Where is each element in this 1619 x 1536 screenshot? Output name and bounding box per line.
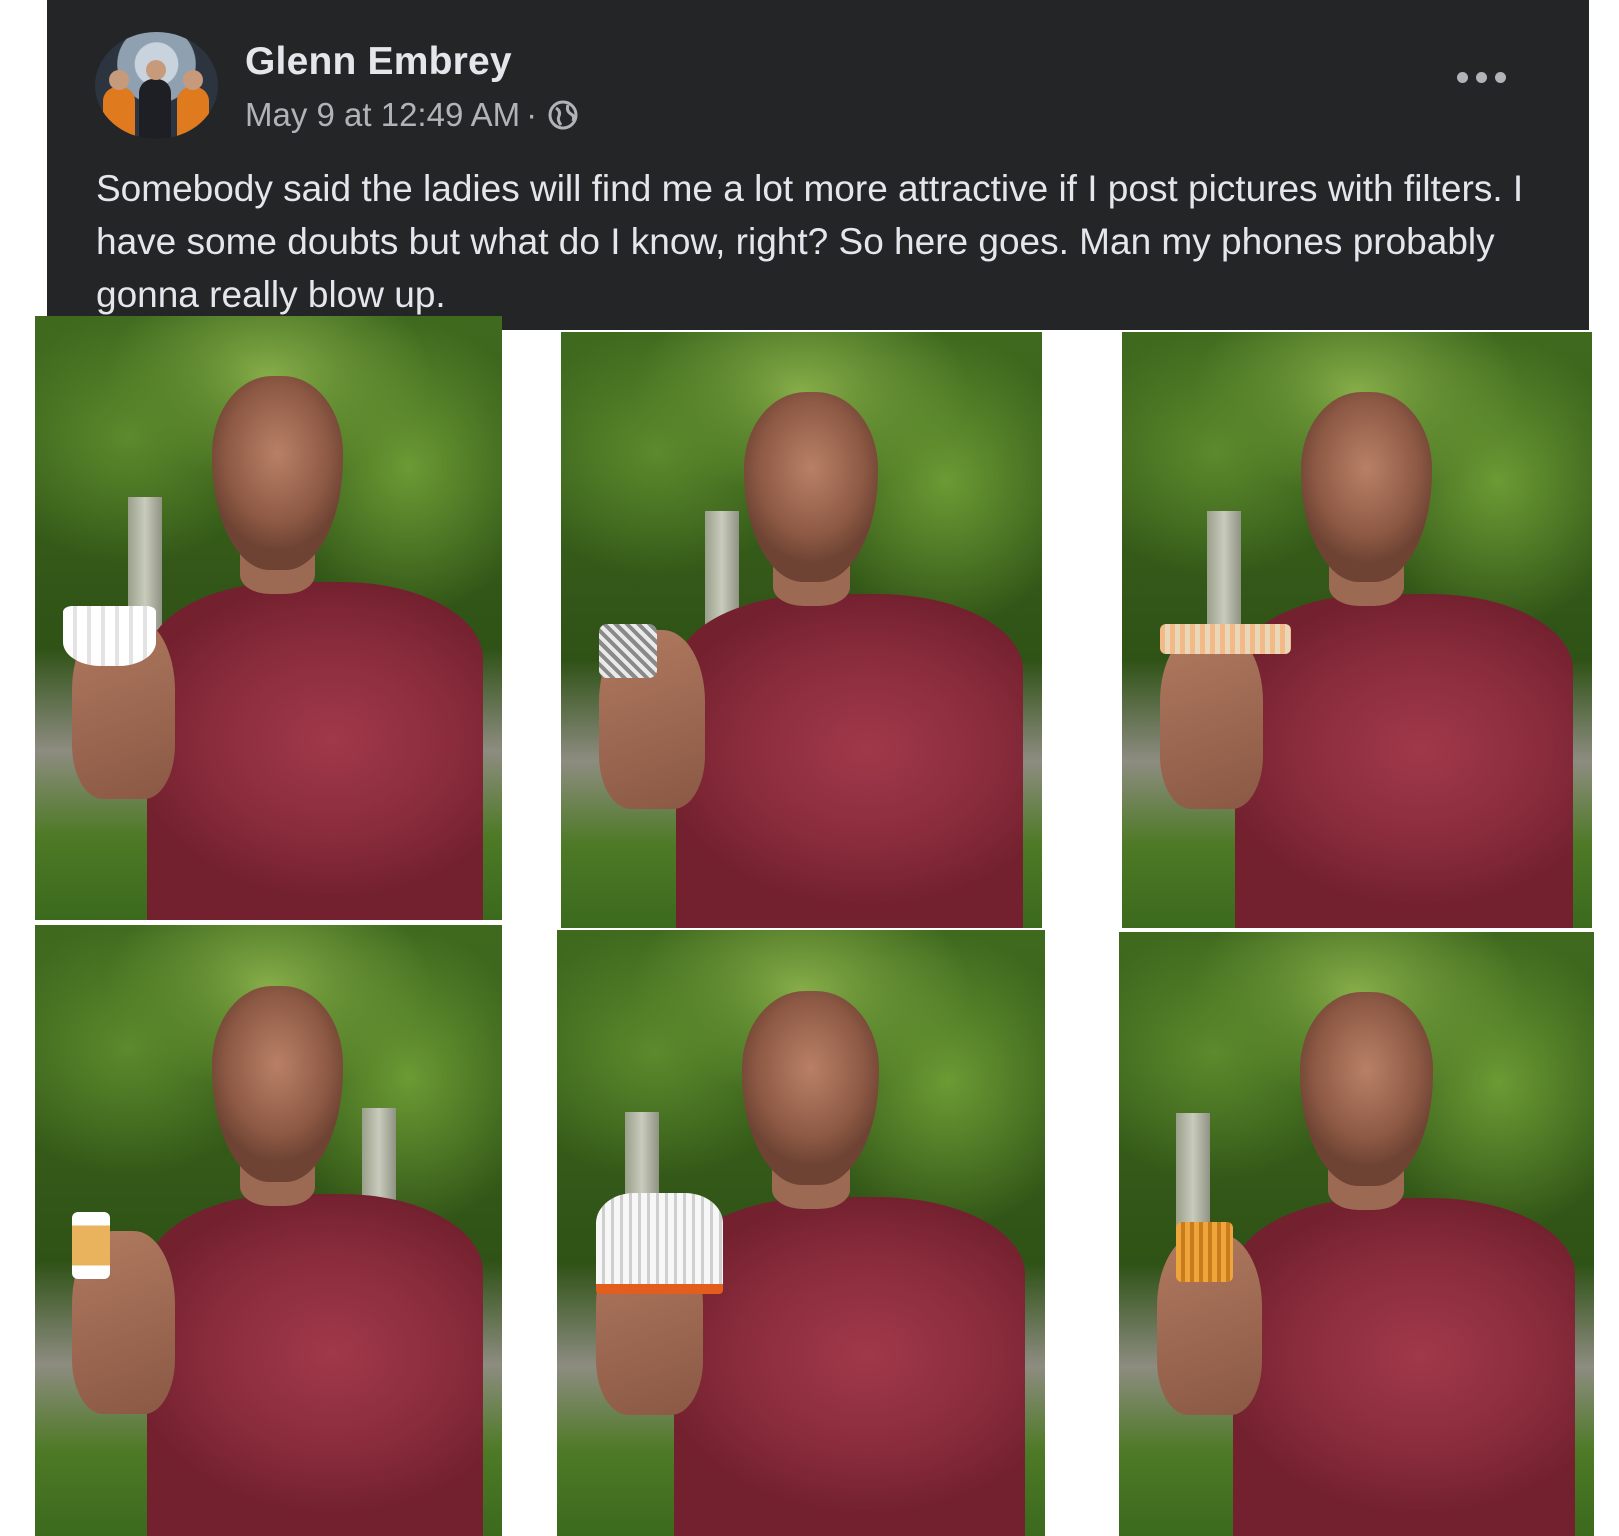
- avatar-face: [146, 60, 166, 80]
- meta-separator: ·: [526, 96, 538, 133]
- red-shirt: [674, 1196, 1026, 1536]
- round-air-filter: [1159, 624, 1292, 654]
- arm: [1159, 630, 1263, 809]
- mesh-cup-filter: [599, 624, 658, 678]
- avatar[interactable]: [95, 32, 218, 139]
- globe-icon[interactable]: [547, 99, 579, 131]
- photo-round-air-filter[interactable]: [1122, 332, 1592, 928]
- avatar-figure: [103, 87, 135, 139]
- panel-filter: [1176, 1221, 1233, 1283]
- dot: [1456, 71, 1468, 83]
- red-shirt: [147, 1193, 484, 1536]
- avatar-face: [183, 70, 203, 90]
- head: [1299, 992, 1433, 1186]
- post-caption: Somebody said the ladies will find me a …: [96, 168, 1524, 315]
- head: [212, 986, 344, 1182]
- avatar-figure: [177, 87, 209, 139]
- head: [1300, 391, 1433, 583]
- author-name[interactable]: Glenn Embrey: [245, 40, 512, 84]
- photo-conical-air-filter[interactable]: [557, 930, 1045, 1536]
- head: [212, 376, 344, 570]
- head: [742, 990, 880, 1185]
- avatar-figure: [139, 79, 171, 139]
- facebook-post-header: Glenn Embrey May 9 at 12:49 AM · Somebod…: [47, 0, 1589, 330]
- dot: [1475, 71, 1487, 83]
- avatar-face: [109, 70, 129, 90]
- post-timestamp[interactable]: May 9 at 12:49 AM: [245, 96, 520, 134]
- photo-inline-fuel-filter[interactable]: [35, 925, 502, 1536]
- photo-mesh-cup-filter[interactable]: [561, 332, 1042, 928]
- red-shirt: [676, 594, 1023, 928]
- inline-fuel-filter: [72, 1212, 110, 1280]
- red-shirt: [147, 581, 484, 920]
- head: [743, 391, 879, 583]
- post-meta: May 9 at 12:49 AM ·: [245, 96, 579, 134]
- red-shirt: [1233, 1197, 1575, 1536]
- photo-panel-filter[interactable]: [1119, 932, 1594, 1536]
- conical-air-filter: [596, 1192, 723, 1294]
- dot: [1494, 71, 1506, 83]
- more-options-icon[interactable]: [1451, 62, 1511, 92]
- photo-coffee-filter[interactable]: [35, 316, 502, 920]
- coffee-filter: [63, 605, 157, 667]
